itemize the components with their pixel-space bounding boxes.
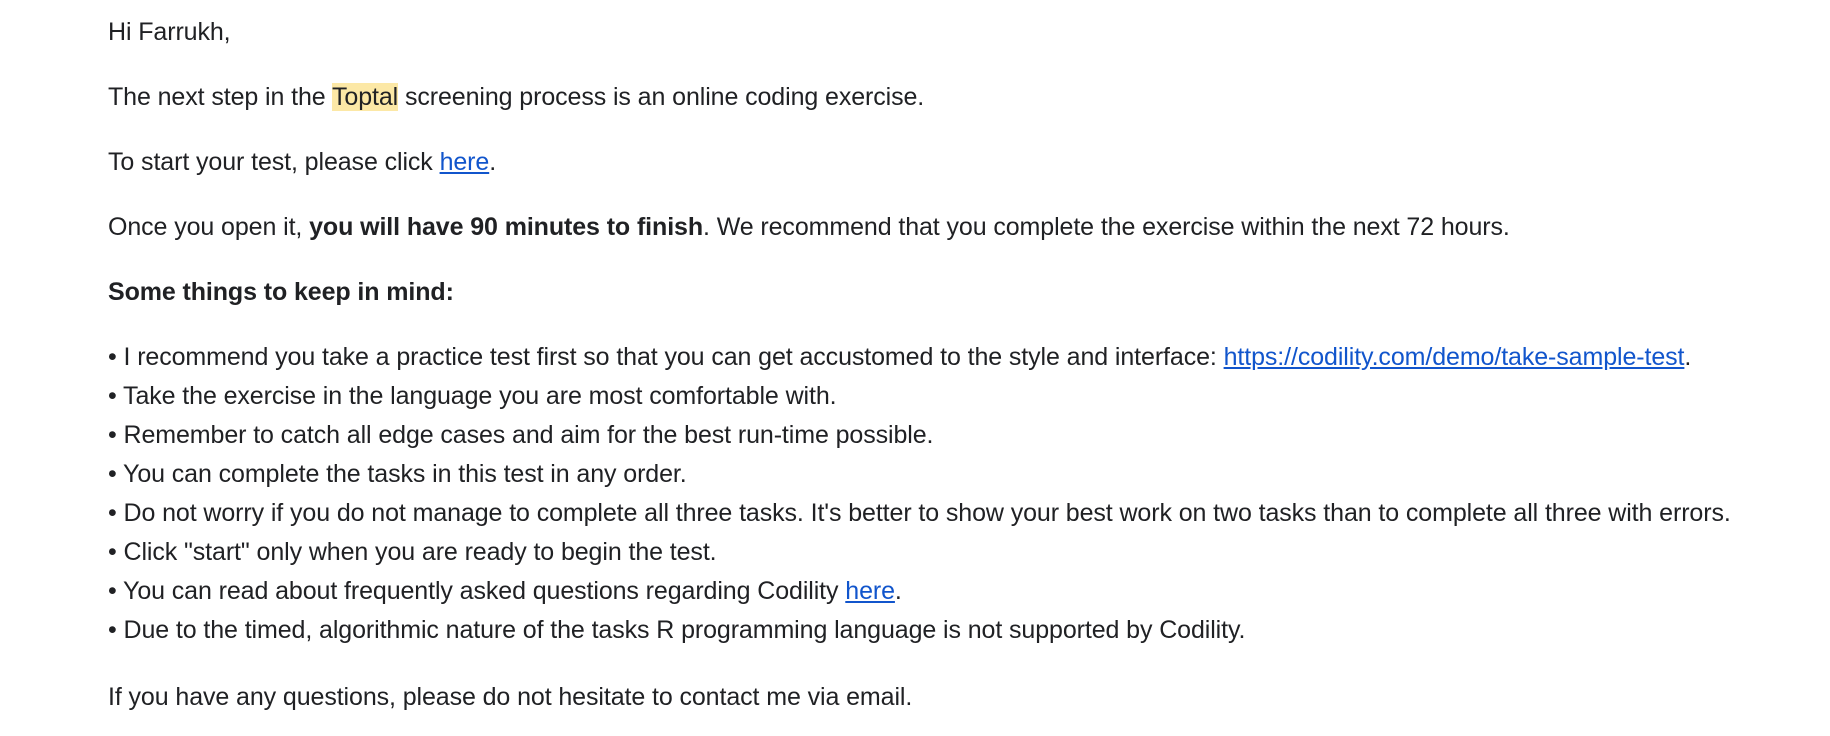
- tip-text-after: .: [1684, 343, 1692, 371]
- tip-item-three-tasks: • Do not worry if you do not manage to c…: [108, 494, 1731, 533]
- tips-list: • I recommend you take a practice test f…: [108, 338, 1731, 650]
- tip-text: • I recommend you take a practice test f…: [108, 343, 1224, 371]
- tip-item-edge-cases: • Remember to catch all edge cases and a…: [108, 416, 1731, 455]
- tip-item-start: • Click "start" only when you are ready …: [108, 533, 1731, 572]
- tip-item-order: • You can complete the tasks in this tes…: [108, 455, 1731, 494]
- start-text-before: To start your test, please click: [108, 148, 440, 176]
- tip-text: • Do not worry if you do not manage to c…: [108, 499, 1731, 527]
- tip-text: • Remember to catch all edge cases and a…: [108, 421, 934, 449]
- tips-heading: Some things to keep in mind:: [108, 278, 454, 306]
- intro-text-after: screening process is an online coding ex…: [398, 83, 925, 111]
- tip-item-faq: • You can read about frequently asked qu…: [108, 572, 1731, 611]
- faq-link[interactable]: here: [845, 577, 895, 605]
- intro-text-before: The next step in the: [108, 83, 332, 111]
- greeting: Hi Farrukh,: [108, 18, 231, 46]
- tip-text-after: .: [894, 577, 902, 605]
- duration-bold-text: you will have 90 minutes to finish: [309, 213, 704, 241]
- tip-item-r-language: • Due to the timed, algorithmic nature o…: [108, 611, 1731, 650]
- intro-paragraph: The next step in the Toptal screening pr…: [108, 78, 924, 117]
- start-test-link[interactable]: here: [440, 148, 490, 176]
- duration-paragraph: Once you open it, you will have 90 minut…: [108, 208, 1510, 247]
- duration-text-before: Once you open it,: [108, 213, 310, 241]
- start-text-after: .: [489, 148, 497, 176]
- highlighted-company-name: Toptal: [331, 83, 399, 111]
- tip-text: • You can read about frequently asked qu…: [108, 577, 846, 605]
- tip-item-practice-test: • I recommend you take a practice test f…: [108, 338, 1731, 377]
- start-test-paragraph: To start your test, please click here.: [108, 143, 496, 182]
- tip-text: • You can complete the tasks in this tes…: [108, 460, 687, 488]
- tip-text: • Take the exercise in the language you …: [108, 382, 837, 410]
- duration-text-after: . We recommend that you complete the exe…: [703, 213, 1510, 241]
- closing-paragraph: If you have any questions, please do not…: [108, 683, 913, 711]
- sample-test-link[interactable]: https://codility.com/demo/take-sample-te…: [1224, 343, 1685, 371]
- tip-text: • Click "start" only when you are ready …: [108, 538, 717, 566]
- tip-text: • Due to the timed, algorithmic nature o…: [108, 616, 1246, 644]
- tip-item-language: • Take the exercise in the language you …: [108, 377, 1731, 416]
